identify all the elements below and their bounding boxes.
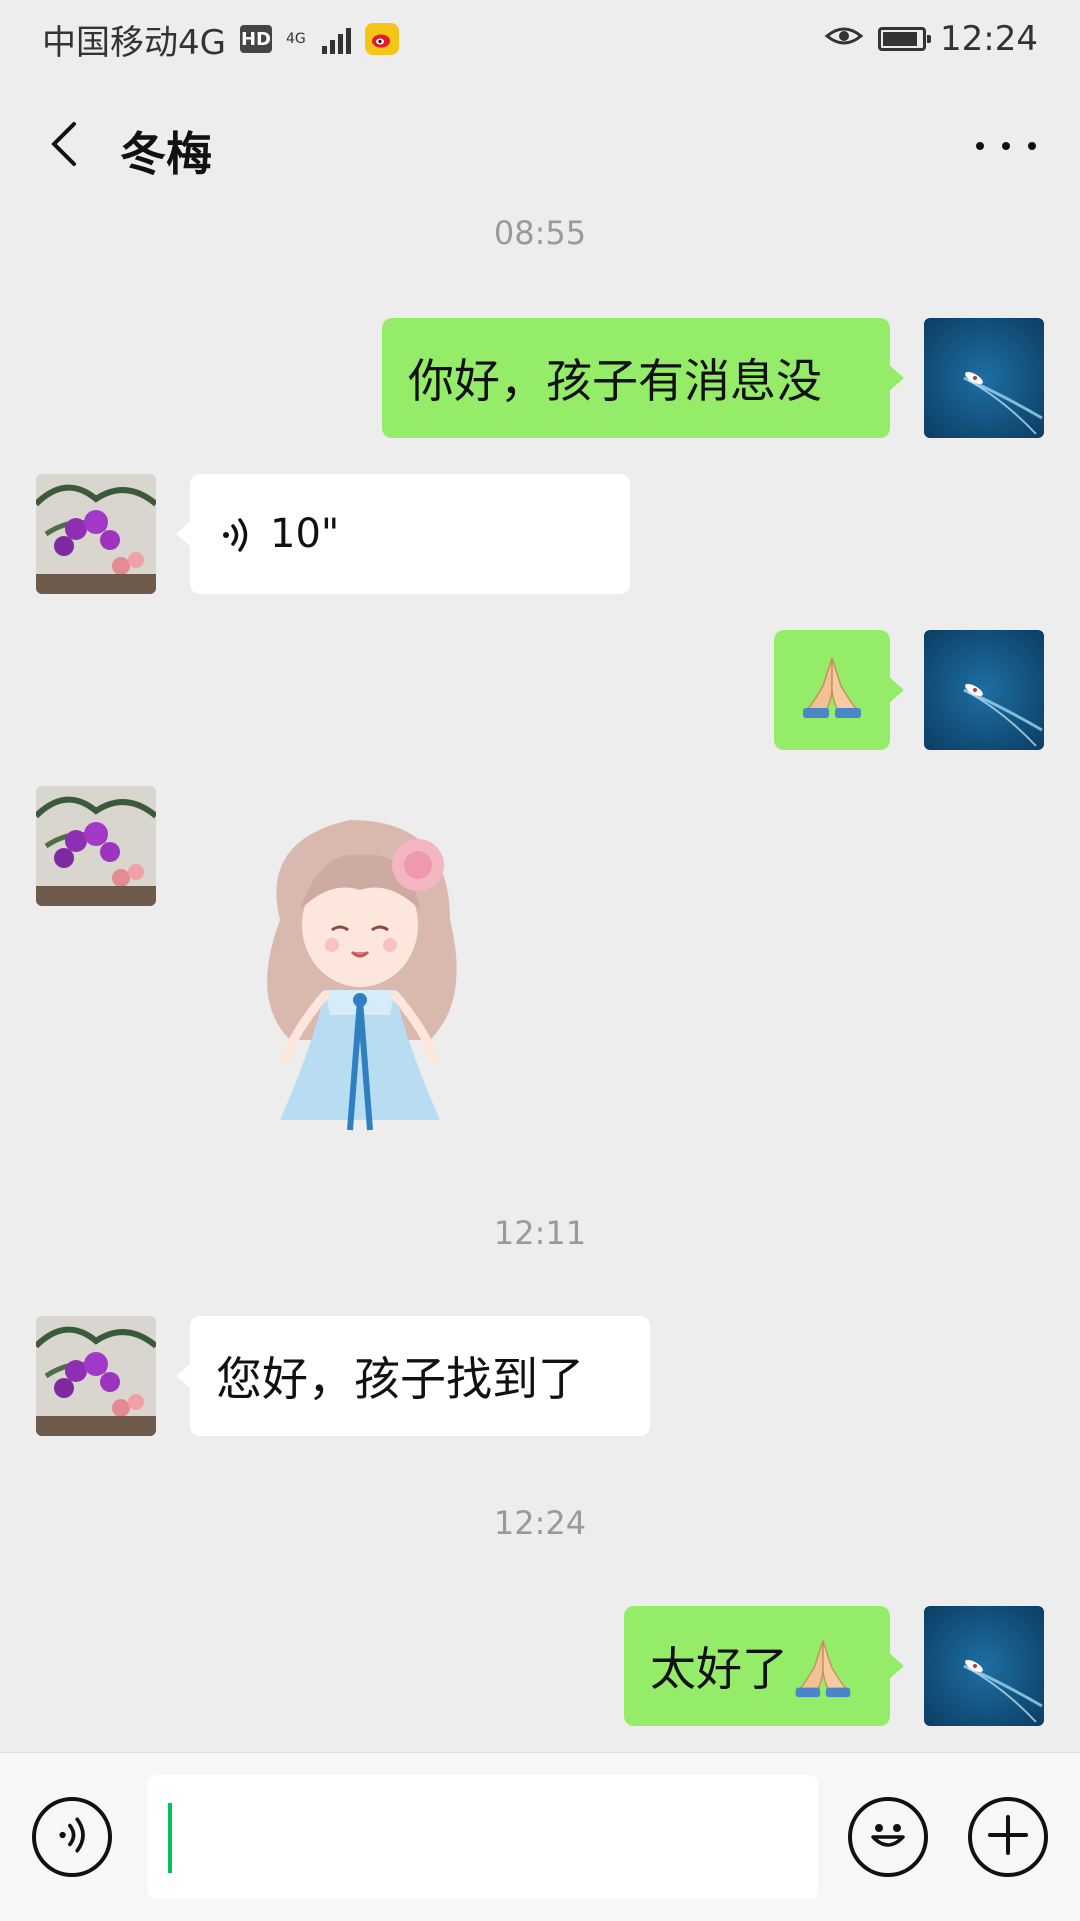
pray-emoji-icon	[790, 1633, 856, 1699]
status-right: 12:24	[824, 19, 1038, 59]
avatar-self[interactable]	[924, 1606, 1044, 1726]
weibo-icon	[364, 23, 399, 55]
voice-wave-icon	[216, 513, 258, 555]
more-icon[interactable]	[976, 138, 1036, 154]
emoji-message-bubble[interactable]	[774, 630, 904, 750]
clock: 12:24	[940, 19, 1038, 59]
message-text: 您好，孩子找到了	[216, 1352, 584, 1406]
message-text: 太好了	[650, 1642, 788, 1696]
girl-sticker-icon[interactable]	[240, 800, 480, 1140]
status-bar: 中国移动4G HD 4G 12:24	[0, 0, 1080, 78]
message-timestamp: 12:11	[493, 1214, 587, 1252]
status-left: 中国移动4G HD 4G	[42, 15, 399, 64]
back-icon[interactable]	[38, 116, 94, 172]
flower-avatar-icon	[36, 1316, 156, 1436]
voice-message-bubble[interactable]: 10"	[176, 474, 630, 594]
voice-input-button[interactable]	[32, 1797, 112, 1877]
message-timestamp: 12:24	[493, 1504, 587, 1542]
pray-emoji-icon	[797, 650, 867, 731]
message-timestamp: 08:55	[493, 214, 587, 252]
hd-badge: HD	[239, 25, 272, 53]
emoji-button[interactable]	[848, 1797, 928, 1877]
avatar-other[interactable]	[36, 474, 156, 594]
avatar-self[interactable]	[924, 318, 1044, 438]
battery-icon	[878, 27, 932, 51]
signal-icon	[321, 24, 351, 54]
carrier-label: 中国移动4G	[42, 22, 226, 63]
chat-title: 冬梅	[120, 127, 212, 181]
voice-wave-icon	[50, 1813, 94, 1861]
plus-icon	[984, 1811, 1032, 1863]
chat-header: 冬梅	[0, 78, 1080, 210]
message-input[interactable]	[148, 1775, 818, 1899]
boat-avatar-icon	[924, 630, 1044, 750]
message-bubble-self[interactable]: 太好了	[624, 1606, 904, 1726]
message-text: 你好，孩子有消息没	[408, 354, 822, 408]
voice-duration: 10"	[270, 511, 340, 557]
boat-avatar-icon	[924, 1606, 1044, 1726]
flower-avatar-icon	[36, 474, 156, 594]
smile-icon	[860, 1807, 916, 1867]
message-bubble-other[interactable]: 您好，孩子找到了	[176, 1316, 650, 1436]
network-type: 4G	[285, 31, 306, 47]
eye-icon	[824, 19, 864, 59]
avatar-other[interactable]	[36, 786, 156, 906]
boat-avatar-icon	[924, 318, 1044, 438]
input-bar	[0, 1752, 1080, 1921]
text-cursor	[168, 1803, 172, 1873]
flower-avatar-icon	[36, 786, 156, 906]
message-bubble-self[interactable]: 你好，孩子有消息没	[382, 318, 904, 438]
avatar-other[interactable]	[36, 1316, 156, 1436]
avatar-self[interactable]	[924, 630, 1044, 750]
more-actions-button[interactable]	[968, 1797, 1048, 1877]
